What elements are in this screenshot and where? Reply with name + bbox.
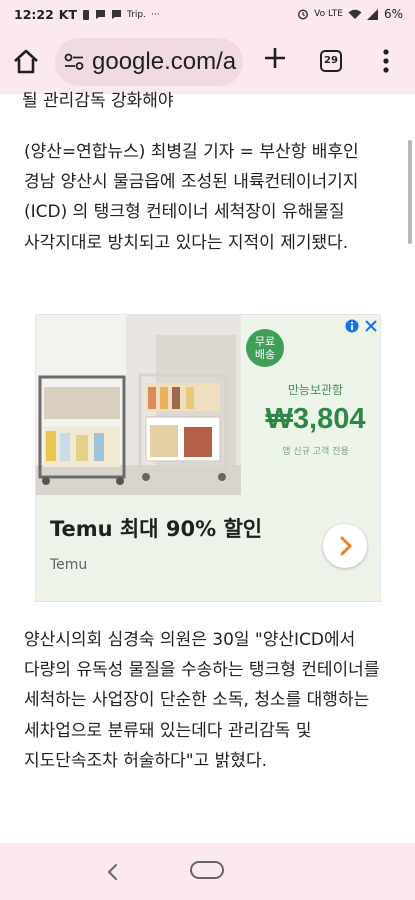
badge-line-1: 무료 [254, 335, 276, 348]
status-bar: 12:22 KT Trip. ··· Vo LTE 6% [0, 0, 415, 30]
chevron-right-icon [340, 536, 352, 556]
system-nav-bar [0, 843, 415, 900]
battery-percent: 6% [383, 7, 403, 21]
ad-close-icon[interactable] [365, 320, 377, 332]
status-left: 12:22 KT Trip. ··· [14, 7, 160, 22]
nav-home-icon[interactable] [190, 861, 224, 879]
ad-price: ₩3,804 [265, 403, 366, 435]
ad-promo-label: 만능보관함 [287, 383, 344, 397]
ad-card[interactable]: 무료 배송 만능보관함 ₩3,804 앱 신규 고객 전용 Temu 최대 90… [35, 314, 381, 602]
status-carrier: KT [58, 7, 78, 22]
status-time: 12:22 [14, 7, 54, 22]
article-subheading: 될 관리감독 강화해야 [22, 91, 174, 111]
nav-back-icon[interactable] [104, 863, 122, 881]
site-info-icon[interactable] [64, 53, 84, 71]
message-icon [96, 10, 106, 19]
trip-notification: Trip. [127, 9, 146, 20]
more-vert-icon[interactable] [381, 46, 391, 76]
ad-headline[interactable]: Temu 최대 90% 할인 [50, 513, 262, 543]
signal-icon [366, 8, 378, 20]
badge-line-2: 배송 [254, 348, 276, 361]
ad-fine-print: 앱 신규 고객 전용 [282, 447, 349, 457]
ad-info-icon[interactable] [345, 319, 359, 333]
home-icon[interactable] [10, 46, 42, 78]
more-notifications: ··· [150, 9, 160, 20]
article-paragraph-1: (양산=연합뉴스) 최병길 기자 = 부산항 배후인 경남 양산시 물금읍에 조… [24, 142, 359, 253]
network-label: Vo LTE [314, 9, 343, 19]
ad-advertiser: Temu [50, 557, 88, 573]
tabs-icon[interactable]: 29 [320, 50, 342, 72]
battery-saver-icon [83, 9, 90, 20]
browser-toolbar: google.com/a 29 [0, 30, 415, 94]
address-bar[interactable]: google.com/a [55, 38, 243, 86]
ad-choices[interactable] [343, 318, 379, 334]
scrollbar[interactable] [408, 140, 412, 244]
message-icon-2 [112, 10, 122, 19]
url-text: google.com/a [92, 48, 237, 75]
status-right: Vo LTE 6% [297, 7, 403, 21]
alarm-icon [298, 9, 309, 20]
article-paragraph-2: 양산시의회 심경숙 의원은 30일 "양산ICD에서 다량의 유독성 물질을 수… [24, 630, 380, 771]
ad-cta-button[interactable] [323, 524, 367, 568]
wifi-icon [348, 9, 362, 19]
plus-icon[interactable] [261, 44, 289, 72]
free-shipping-badge: 무료 배송 [246, 329, 284, 367]
